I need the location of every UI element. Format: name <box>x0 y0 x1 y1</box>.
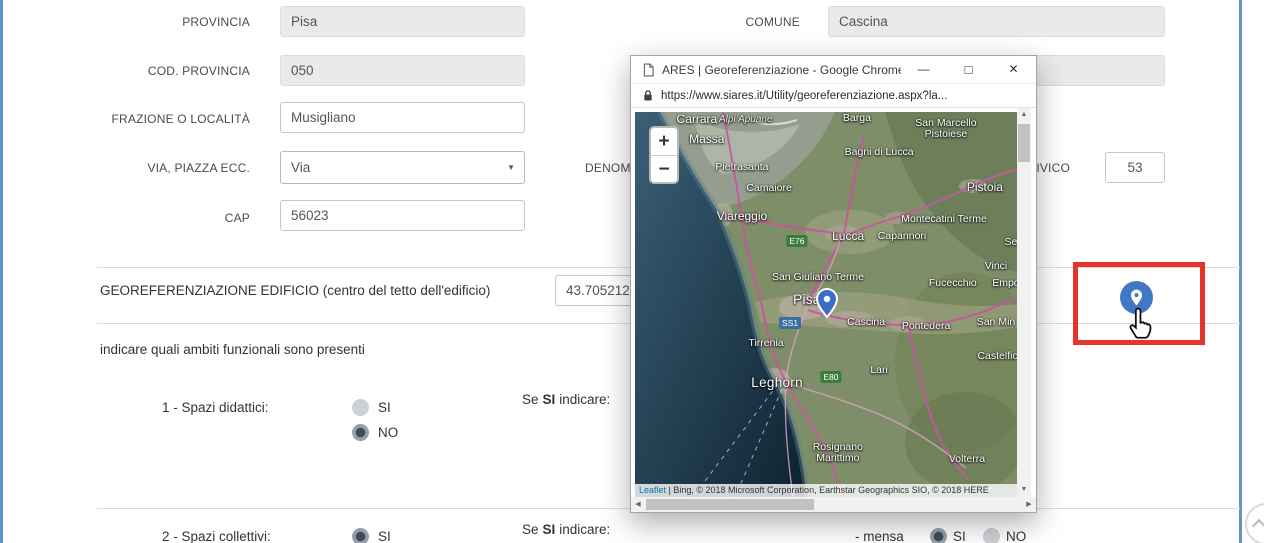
georeferencing-form-page: PROVINCIA COMUNE COD. PROVINCIA FRAZIONE… <box>0 0 1264 543</box>
map-city-label: Alpi Apuane <box>719 114 773 125</box>
cap-label: CAP <box>40 211 250 225</box>
road-badge: SS1 <box>779 317 801 329</box>
q2-label: 2 - Spazi collettivi: <box>162 529 271 543</box>
map-city-label: San Giuliano Terme <box>772 272 864 283</box>
cod-provincia-label: COD. PROVINCIA <box>40 64 250 78</box>
numero-civico-input[interactable] <box>1105 152 1165 183</box>
zoom-in-button[interactable]: + <box>651 128 677 155</box>
popup-titlebar: ARES | Georeferenziazione - Google Chrom… <box>631 56 1036 83</box>
provincia-input[interactable] <box>280 6 525 37</box>
map-city-label: Castelfio <box>977 351 1017 362</box>
popup-url: https://www.siares.it/Utility/georeferen… <box>661 90 947 102</box>
location-marker-icon[interactable] <box>815 288 839 318</box>
map-city-label: Empo <box>992 278 1017 289</box>
georef-label: GEOREFERENZIAZIONE EDIFICIO (centro del … <box>100 283 490 298</box>
lock-icon <box>643 89 653 102</box>
mensa-si-label: SI <box>953 529 966 543</box>
leaflet-link[interactable]: Leaflet <box>639 485 666 495</box>
vertical-scroll-thumb[interactable] <box>1018 124 1030 162</box>
comune-label: COMUNE <box>690 15 800 29</box>
via-select[interactable]: Via ▼ <box>280 151 525 184</box>
map-city-label: RosignanoMarittimo <box>813 442 863 464</box>
map-city-label: Fucecchio <box>929 278 977 289</box>
minimize-button[interactable]: — <box>901 56 946 83</box>
scroll-top-button[interactable] <box>1245 503 1264 543</box>
map-city-label: Vinci <box>985 261 1008 272</box>
map-city-label: Volterra <box>949 454 985 465</box>
q2-si-radio[interactable] <box>352 528 369 543</box>
page-icon <box>643 63 654 77</box>
map-city-label: Pontedera <box>902 321 950 332</box>
map-city-label: Camaiore <box>746 183 792 194</box>
map-city-label: Bagni di Lucca <box>845 147 914 158</box>
popup-title: ARES | Georeferenziazione - Google Chrom… <box>662 63 901 77</box>
vertical-scrollbar[interactable]: ▲ ▼ <box>1017 108 1031 497</box>
via-label: VIA, PIAZZA ECC. <box>40 161 250 175</box>
q1-no-label: NO <box>378 425 398 440</box>
mensa-no-label: NO <box>1006 529 1026 543</box>
form-right-border <box>1239 0 1242 543</box>
zoom-control: + − <box>649 126 679 184</box>
map-city-label: Massa <box>689 134 724 145</box>
maximize-button[interactable]: □ <box>946 56 991 83</box>
map-city-label: San MarcelloPistoiese <box>915 118 976 140</box>
form-left-border <box>0 0 3 543</box>
via-select-value: Via <box>291 160 310 175</box>
road-badge: E80 <box>820 371 841 383</box>
mensa-no-radio[interactable] <box>983 528 1000 543</box>
map-city-label: Viareggio <box>717 211 767 222</box>
comune-input[interactable] <box>828 6 1165 37</box>
map-city-label: Lucca <box>832 231 864 242</box>
provincia-label: PROVINCIA <box>40 15 250 29</box>
horizontal-scrollbar[interactable]: ◀ ▶ <box>631 497 1036 512</box>
mensa-si-radio[interactable] <box>930 528 947 543</box>
q2-si-label: SI <box>378 529 391 543</box>
map-city-label: San Min <box>977 317 1016 328</box>
scroll-up-icon[interactable]: ▲ <box>1017 108 1031 122</box>
hand-cursor-icon <box>1126 306 1158 347</box>
georeferencing-popup-window: ARES | Georeferenziazione - Google Chrom… <box>630 55 1037 513</box>
cap-input[interactable] <box>280 200 525 231</box>
chevron-down-icon: ▼ <box>507 152 515 183</box>
cod-provincia-input[interactable] <box>280 55 525 86</box>
chevron-up-icon <box>1252 519 1264 533</box>
map-city-label: Leghorn <box>751 377 803 388</box>
close-button[interactable]: ✕ <box>991 56 1036 83</box>
frazione-input[interactable] <box>280 102 525 133</box>
map-canvas[interactable]: + − Leaflet | Bing, © 2018 Microsoft Cor… <box>635 112 1017 497</box>
map-city-label: Pistoia <box>967 182 1003 193</box>
map-city-label: Se <box>1004 237 1017 248</box>
q1-si-radio[interactable] <box>352 399 369 416</box>
map-pin-icon <box>1127 288 1146 307</box>
q1-si-label: SI <box>378 400 391 415</box>
scroll-left-icon[interactable]: ◀ <box>631 497 645 512</box>
mensa-label: - mensa <box>855 529 904 543</box>
road-badge: E76 <box>786 235 807 247</box>
popup-urlbar[interactable]: https://www.siares.it/Utility/georeferen… <box>631 83 1036 108</box>
scroll-down-icon[interactable]: ▼ <box>1017 483 1031 497</box>
scroll-right-icon[interactable]: ▶ <box>1022 497 1036 512</box>
popup-page-body: + − Leaflet | Bing, © 2018 Microsoft Cor… <box>631 108 1036 512</box>
map-city-label: Tirrenia <box>748 338 783 349</box>
map-city-label: Capannori <box>878 231 926 242</box>
q2-se-si-hint: SeSIindicare: <box>522 522 614 537</box>
horizontal-scroll-thumb[interactable] <box>646 499 814 510</box>
q1-no-radio[interactable] <box>352 424 369 441</box>
map-city-label: Cascina <box>847 317 885 328</box>
map-city-label: Barga <box>843 113 871 124</box>
zoom-out-button[interactable]: − <box>651 155 677 182</box>
map-city-label: Lari <box>870 365 888 376</box>
map-attribution: Leaflet | Bing, © 2018 Microsoft Corpora… <box>635 484 1017 497</box>
q1-label: 1 - Spazi didattici: <box>162 400 269 415</box>
frazione-label: FRAZIONE O LOCALITÀ <box>40 112 250 126</box>
map-city-label: Carrara <box>677 114 718 125</box>
ambiti-note: indicare quali ambiti funzionali sono pr… <box>100 342 365 357</box>
map-city-label: Pietrasanta <box>715 162 768 173</box>
q1-se-si-hint: SeSIindicare: <box>522 392 614 407</box>
map-city-label: Montecatini Terme <box>901 214 987 225</box>
